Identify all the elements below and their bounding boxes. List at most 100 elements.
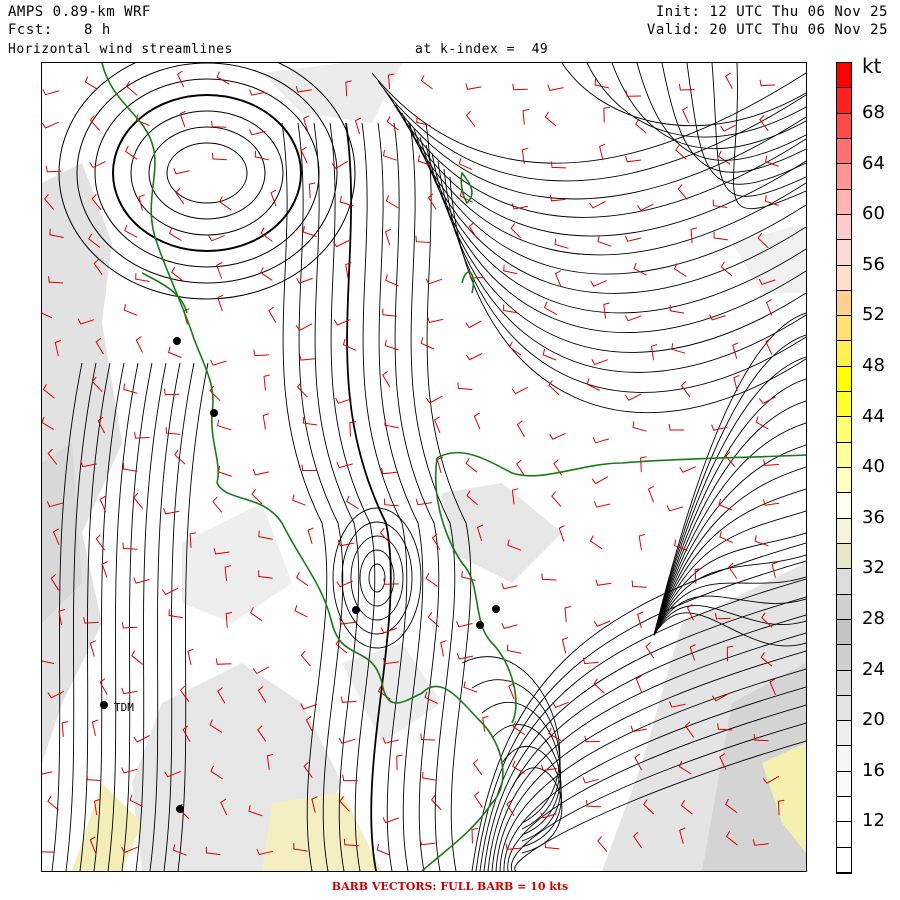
wind-barb [294, 604, 308, 618]
wind-barb [624, 315, 642, 322]
station-label-tdm: TDM [114, 701, 134, 714]
wind-barb [122, 542, 138, 550]
wind-barb [759, 79, 776, 87]
wind-barb [420, 337, 435, 350]
wind-barb [419, 838, 436, 846]
wind-barb [336, 580, 354, 588]
wind-barb [307, 527, 314, 544]
wind-barb [187, 648, 194, 666]
forecast-hour: 8 h [84, 22, 111, 38]
wind-barb [564, 606, 571, 622]
wind-barb [503, 264, 518, 275]
wind-barb [217, 419, 232, 431]
wind-barb [582, 657, 599, 665]
wind-barb [501, 583, 518, 590]
wind-barb [42, 89, 60, 96]
wind-barb [632, 421, 647, 432]
wind-barb [593, 501, 611, 508]
streamline [377, 122, 424, 871]
valid-time: Valid: 20 UTC Thu 06 Nov 25 [646, 22, 888, 38]
wind-barb [217, 465, 232, 477]
streamline [686, 63, 806, 185]
colorbar-cell [837, 392, 851, 418]
streamline [636, 63, 806, 161]
wind-barb [640, 456, 647, 472]
wind-barb [249, 89, 266, 96]
wind-barb [216, 262, 223, 279]
colorbar-cell [837, 645, 851, 671]
wind-barb [175, 188, 185, 205]
wind-barb [249, 129, 266, 136]
wind-barb [456, 621, 473, 628]
wind-barb [725, 451, 736, 468]
wind-barb [561, 637, 569, 654]
colorbar-unit: kt [862, 54, 882, 78]
colorbar-label: 44 [862, 405, 885, 427]
wind-barb [465, 110, 476, 127]
wind-barb [384, 419, 399, 429]
wind-barb [544, 841, 560, 850]
wind-barb [99, 678, 108, 695]
wind-barb [123, 383, 138, 394]
wind-barb [381, 467, 397, 475]
wind-barb [425, 572, 438, 587]
wind-barb [338, 737, 356, 744]
wind-barb [440, 640, 447, 657]
wind-barb [549, 432, 566, 440]
colorbar-cell [837, 341, 851, 367]
wind-barb [101, 561, 108, 578]
colorbar-cell [837, 214, 851, 241]
station-marker [210, 409, 218, 417]
wind-barb [650, 344, 658, 361]
wind-barb [135, 336, 143, 353]
wind-barb [625, 155, 642, 163]
colorbar-cell [837, 822, 851, 848]
map-panel: TDM [41, 62, 807, 872]
wind-barb [425, 395, 443, 404]
wind-barb [124, 224, 138, 238]
wind-barb [603, 106, 610, 123]
colorbar-cell [837, 746, 851, 772]
wind-barb [252, 469, 270, 476]
wind-barb [176, 70, 185, 88]
wind-barb [634, 753, 642, 771]
streamline [449, 176, 806, 414]
colorbar-cell [837, 797, 851, 823]
wind-barb [457, 382, 473, 391]
wind-barb [89, 160, 106, 169]
wind-barb [135, 273, 150, 282]
wind-barb [719, 531, 733, 544]
station-marker [476, 621, 484, 629]
wind-barb [512, 721, 525, 736]
wind-barb [678, 84, 695, 91]
terrain-shading [42, 63, 806, 871]
wind-barb [299, 354, 315, 361]
field-title: Horizontal wind streamlines [8, 42, 233, 57]
wind-barb [720, 124, 737, 132]
wind-barb [668, 424, 685, 431]
wind-barb [599, 143, 606, 161]
wind-barb [254, 150, 269, 161]
wind-barb [415, 235, 431, 243]
colorbar-cell [837, 189, 851, 215]
wind-barb [295, 571, 309, 587]
wind-barb [134, 432, 150, 439]
wind-barb [733, 374, 740, 392]
wind-barb [597, 836, 608, 852]
wind-barb [589, 200, 606, 209]
wind-barb [382, 149, 397, 161]
station-marker [100, 701, 108, 709]
wind-barb [682, 106, 690, 124]
colorbar-cell [837, 721, 851, 747]
station-marker [173, 337, 181, 345]
wind-barb [512, 83, 528, 91]
wind-barb [516, 420, 525, 437]
wind-barb [631, 580, 647, 588]
streamline [112, 94, 303, 252]
wind-barb [384, 228, 392, 246]
level-label: at k-index = 49 [415, 42, 549, 57]
wind-barb [131, 650, 144, 665]
colorbar-label: 16 [862, 759, 885, 781]
colorbar-cell [837, 543, 851, 570]
wind-barb [295, 323, 313, 331]
